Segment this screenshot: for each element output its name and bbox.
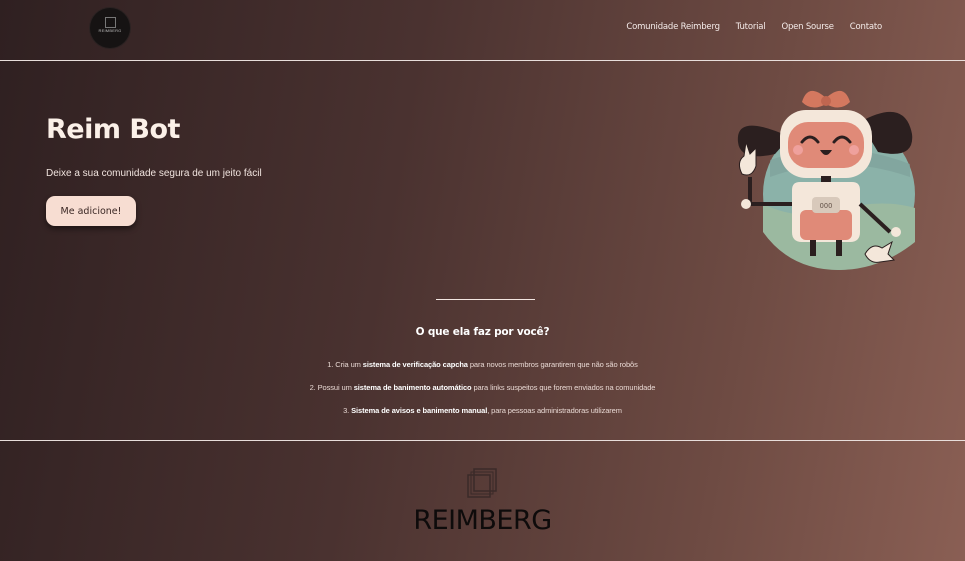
robot-badge-text: OOO (820, 202, 833, 210)
footer-brand: REIMBERG (413, 505, 552, 536)
hero-title: Reim Bot (46, 114, 180, 145)
logo[interactable]: REIMBERG (90, 8, 130, 48)
main-nav: Comunidade Reimberg Tutorial Open Sourse… (626, 22, 882, 32)
brand-mark-icon (467, 468, 497, 498)
feature-item: 2. Possui um sistema de banimento automá… (309, 383, 656, 392)
robot-illustration: OOO (737, 90, 915, 270)
footer-divider (0, 440, 965, 441)
section-divider (436, 299, 535, 300)
site-header: REIMBERG Comunidade Reimberg Tutorial Op… (0, 0, 965, 61)
nav-link-contato[interactable]: Contato (850, 22, 882, 32)
nav-link-tutorial[interactable]: Tutorial (736, 22, 766, 32)
logo-mark-icon (105, 17, 116, 28)
feature-item: 1. Cria um sistema de verificação capcha… (327, 360, 638, 369)
hero-subtitle: Deixe a sua comunidade segura de um jeit… (46, 168, 262, 179)
nav-link-open-source[interactable]: Open Sourse (781, 22, 834, 32)
logo-text: REIMBERG (98, 28, 122, 33)
feature-item: 3. Sistema de avisos e banimento manual,… (343, 406, 622, 415)
nav-link-comunidade[interactable]: Comunidade Reimberg (626, 22, 720, 32)
features-title: O que ela faz por você? (415, 326, 550, 338)
features-list: 1. Cria um sistema de verificação capcha… (0, 359, 965, 428)
add-bot-button[interactable]: Me adicione! (46, 196, 136, 226)
